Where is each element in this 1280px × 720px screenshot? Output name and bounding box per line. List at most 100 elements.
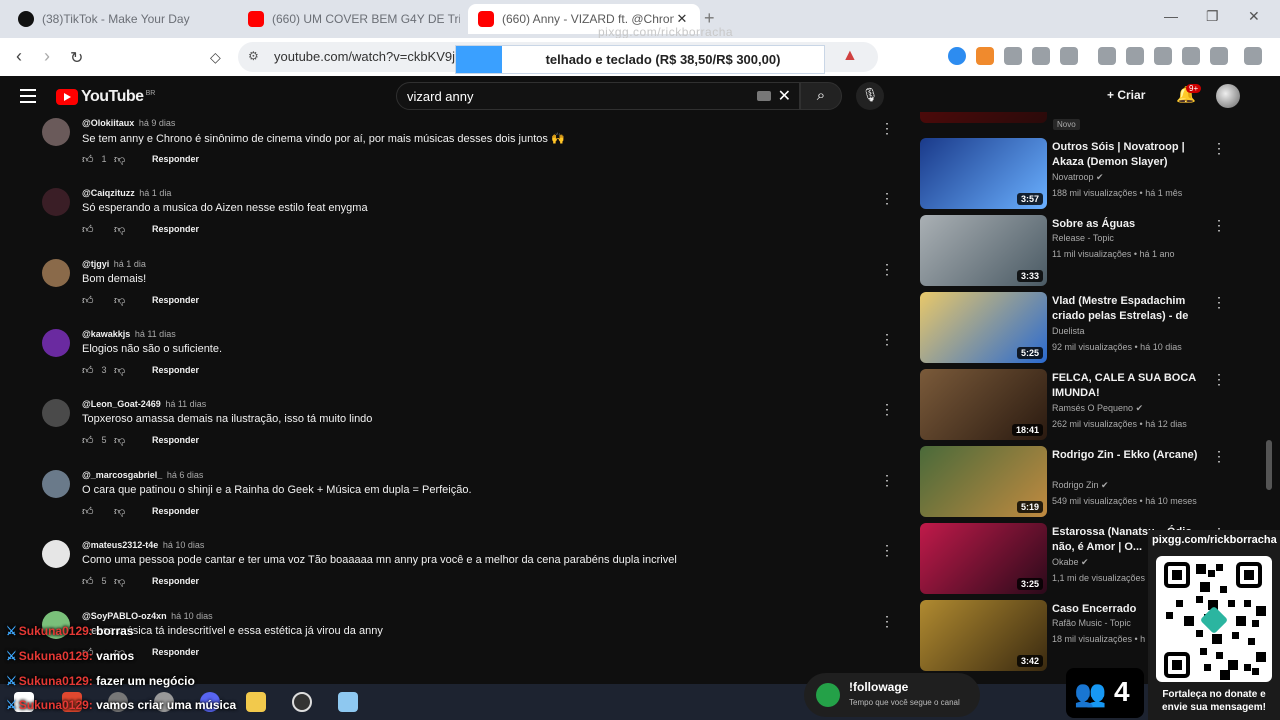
comment-time[interactable]: há 1 dia xyxy=(139,188,171,198)
channel-name[interactable]: Okabe ✔ xyxy=(1052,557,1089,568)
comment-author[interactable]: @Leon_Goat-2469 há 11 dias xyxy=(82,399,206,409)
comment-author[interactable]: @kawakkjs há 11 dias xyxy=(82,329,176,339)
bookmark-icon[interactable]: ◇ xyxy=(210,49,221,66)
channel-name[interactable]: Novatroop ✔ xyxy=(1052,172,1104,183)
comment-time[interactable]: há 10 dias xyxy=(163,540,205,550)
recommended-video[interactable]: 5:25 Vlad (Mestre Espadachim criado pelas… xyxy=(920,292,1230,364)
reply-button[interactable]: Responder xyxy=(152,576,199,586)
channel-name-text[interactable]: Rafão Music - Topic xyxy=(1052,618,1131,628)
keyboard-icon[interactable] xyxy=(757,91,771,101)
reply-button[interactable]: Responder xyxy=(152,154,199,164)
channel-name-text[interactable]: Okabe xyxy=(1052,557,1079,567)
comment-author[interactable]: @Caiqzituzz há 1 dia xyxy=(82,188,171,198)
comment-time[interactable]: há 10 dias xyxy=(171,611,213,621)
comment-time[interactable]: há 6 dias xyxy=(167,470,204,480)
close-window-button[interactable]: ✕ xyxy=(1248,8,1260,25)
like-icon[interactable]: 👍︎ xyxy=(82,294,94,307)
reply-button[interactable]: Responder xyxy=(152,224,199,234)
channel-name-text[interactable]: Rodrigo Zin xyxy=(1052,480,1099,490)
more-options-icon[interactable]: ⋮ xyxy=(880,120,894,137)
tab-tiktok[interactable]: (38)TikTok - Make Your Day xyxy=(8,4,240,34)
recommended-video[interactable]: 3:33 Sobre as Águas Release - Topic 11 mil … xyxy=(920,215,1230,287)
extension-icon[interactable] xyxy=(976,47,994,65)
page-scrollbar[interactable] xyxy=(1266,440,1272,490)
comment-author[interactable]: @Olokiitaux há 9 dias xyxy=(82,118,175,128)
sidebar-icon[interactable] xyxy=(1126,47,1144,65)
more-options-icon[interactable]: ⋮ xyxy=(1212,371,1226,388)
more-options-icon[interactable]: ⋮ xyxy=(880,542,894,559)
video-thumbnail[interactable]: 5:19 xyxy=(920,446,1047,517)
like-icon[interactable]: 👍︎ xyxy=(82,364,94,377)
like-icon[interactable]: 👍︎ xyxy=(82,223,94,236)
site-info-icon[interactable]: ⚙ xyxy=(248,49,259,63)
more-options-icon[interactable]: ⋮ xyxy=(880,401,894,418)
video-thumbnail[interactable]: 5:25 xyxy=(920,292,1047,363)
minimize-button[interactable]: — xyxy=(1164,8,1178,24)
video-title[interactable]: Vlad (Mestre Espadachim criado pelas Est… xyxy=(1052,294,1202,324)
channel-name-text[interactable]: Novatroop xyxy=(1052,172,1094,182)
commenter-avatar[interactable] xyxy=(42,188,70,216)
channel-name[interactable]: Duelista xyxy=(1052,326,1085,336)
search-button[interactable]: ⌕ xyxy=(800,82,842,110)
commenter-avatar[interactable] xyxy=(42,470,70,498)
dislike-icon[interactable]: 👎︎ xyxy=(114,223,126,236)
comment-author[interactable]: @mateus2312-t4e há 10 dias xyxy=(82,540,204,550)
menu-icon[interactable] xyxy=(20,89,36,103)
reply-button[interactable]: Responder xyxy=(152,295,199,305)
search-box[interactable]: vizard anny ✕ xyxy=(396,82,800,110)
channel-name-text[interactable]: Release - Topic xyxy=(1052,233,1114,243)
comment-author[interactable]: @SoyPABLO-oz4xn há 10 dias xyxy=(82,611,213,621)
music-icon[interactable] xyxy=(1098,47,1116,65)
youtube-logo[interactable]: YouTube BR xyxy=(56,88,155,106)
video-title[interactable]: Rodrigo Zin - Ekko (Arcane) xyxy=(1052,448,1202,463)
like-icon[interactable]: 👍︎ xyxy=(82,505,94,518)
extension-icon[interactable] xyxy=(1060,47,1078,65)
comment-handle[interactable]: @Olokiitaux xyxy=(82,118,134,128)
recommended-video[interactable]: 18:41 FELCA, CALE A SUA BOCA IMUNDA! Ramsé… xyxy=(920,369,1230,441)
comment-handle[interactable]: @_marcosgabriel_ xyxy=(82,470,162,480)
more-options-icon[interactable]: ⋮ xyxy=(880,190,894,207)
video-title[interactable]: FELCA, CALE A SUA BOCA IMUNDA! xyxy=(1052,371,1202,401)
more-options-icon[interactable]: ⋮ xyxy=(880,472,894,489)
like-icon[interactable]: 👍︎ xyxy=(82,575,94,588)
wallet-icon[interactable] xyxy=(1154,47,1172,65)
video-thumbnail[interactable] xyxy=(920,112,1047,123)
voice-search-button[interactable]: 🎙 xyxy=(856,82,884,110)
channel-name[interactable]: Rafão Music - Topic xyxy=(1052,618,1131,628)
brave-rewards-icon[interactable]: ▲ xyxy=(842,47,858,65)
comment-handle[interactable]: @Leon_Goat-2469 xyxy=(82,399,161,409)
account-avatar[interactable] xyxy=(1216,84,1240,108)
back-icon[interactable]: ‹ xyxy=(16,46,22,67)
video-title[interactable]: Sobre as Águas xyxy=(1052,217,1202,232)
create-button[interactable]: + Criar xyxy=(1107,88,1145,102)
comment-author[interactable]: @_marcosgabriel_ há 6 dias xyxy=(82,470,203,480)
dislike-icon[interactable]: 👎︎ xyxy=(114,575,126,588)
comment-time[interactable]: há 11 dias xyxy=(165,399,206,409)
like-icon[interactable]: 👍︎ xyxy=(82,434,94,447)
power-icon[interactable] xyxy=(1004,47,1022,65)
comment-time[interactable]: há 1 dia xyxy=(114,259,146,269)
app-icon[interactable] xyxy=(338,692,358,712)
more-options-icon[interactable]: ⋮ xyxy=(880,331,894,348)
more-options-icon[interactable]: ⋮ xyxy=(880,261,894,278)
recommended-video[interactable]: Novo xyxy=(920,112,1230,130)
channel-name-text[interactable]: Ramsés O Pequeno xyxy=(1052,403,1133,413)
more-options-icon[interactable]: ⋮ xyxy=(1212,294,1226,311)
channel-name[interactable]: Rodrigo Zin ✔ xyxy=(1052,480,1109,491)
clear-search-icon[interactable]: ✕ xyxy=(778,86,791,106)
like-icon[interactable]: 👍︎ xyxy=(82,153,94,166)
channel-name[interactable]: Ramsés O Pequeno ✔ xyxy=(1052,403,1143,414)
video-thumbnail[interactable]: 3:25 xyxy=(920,523,1047,594)
reply-button[interactable]: Responder xyxy=(152,506,199,516)
comment-handle[interactable]: @tjgyi xyxy=(82,259,109,269)
commenter-avatar[interactable] xyxy=(42,540,70,568)
dislike-icon[interactable]: 👎︎ xyxy=(114,294,126,307)
more-options-icon[interactable]: ⋮ xyxy=(1212,448,1226,465)
comment-handle[interactable]: @Caiqzituzz xyxy=(82,188,135,198)
comment-time[interactable]: há 11 dias xyxy=(135,329,176,339)
more-options-icon[interactable]: ⋮ xyxy=(880,613,894,630)
comment-handle[interactable]: @mateus2312-t4e xyxy=(82,540,158,550)
video-thumbnail[interactable]: 18:41 xyxy=(920,369,1047,440)
video-thumbnail[interactable]: 3:57 xyxy=(920,138,1047,209)
channel-name[interactable]: Release - Topic xyxy=(1052,233,1114,243)
